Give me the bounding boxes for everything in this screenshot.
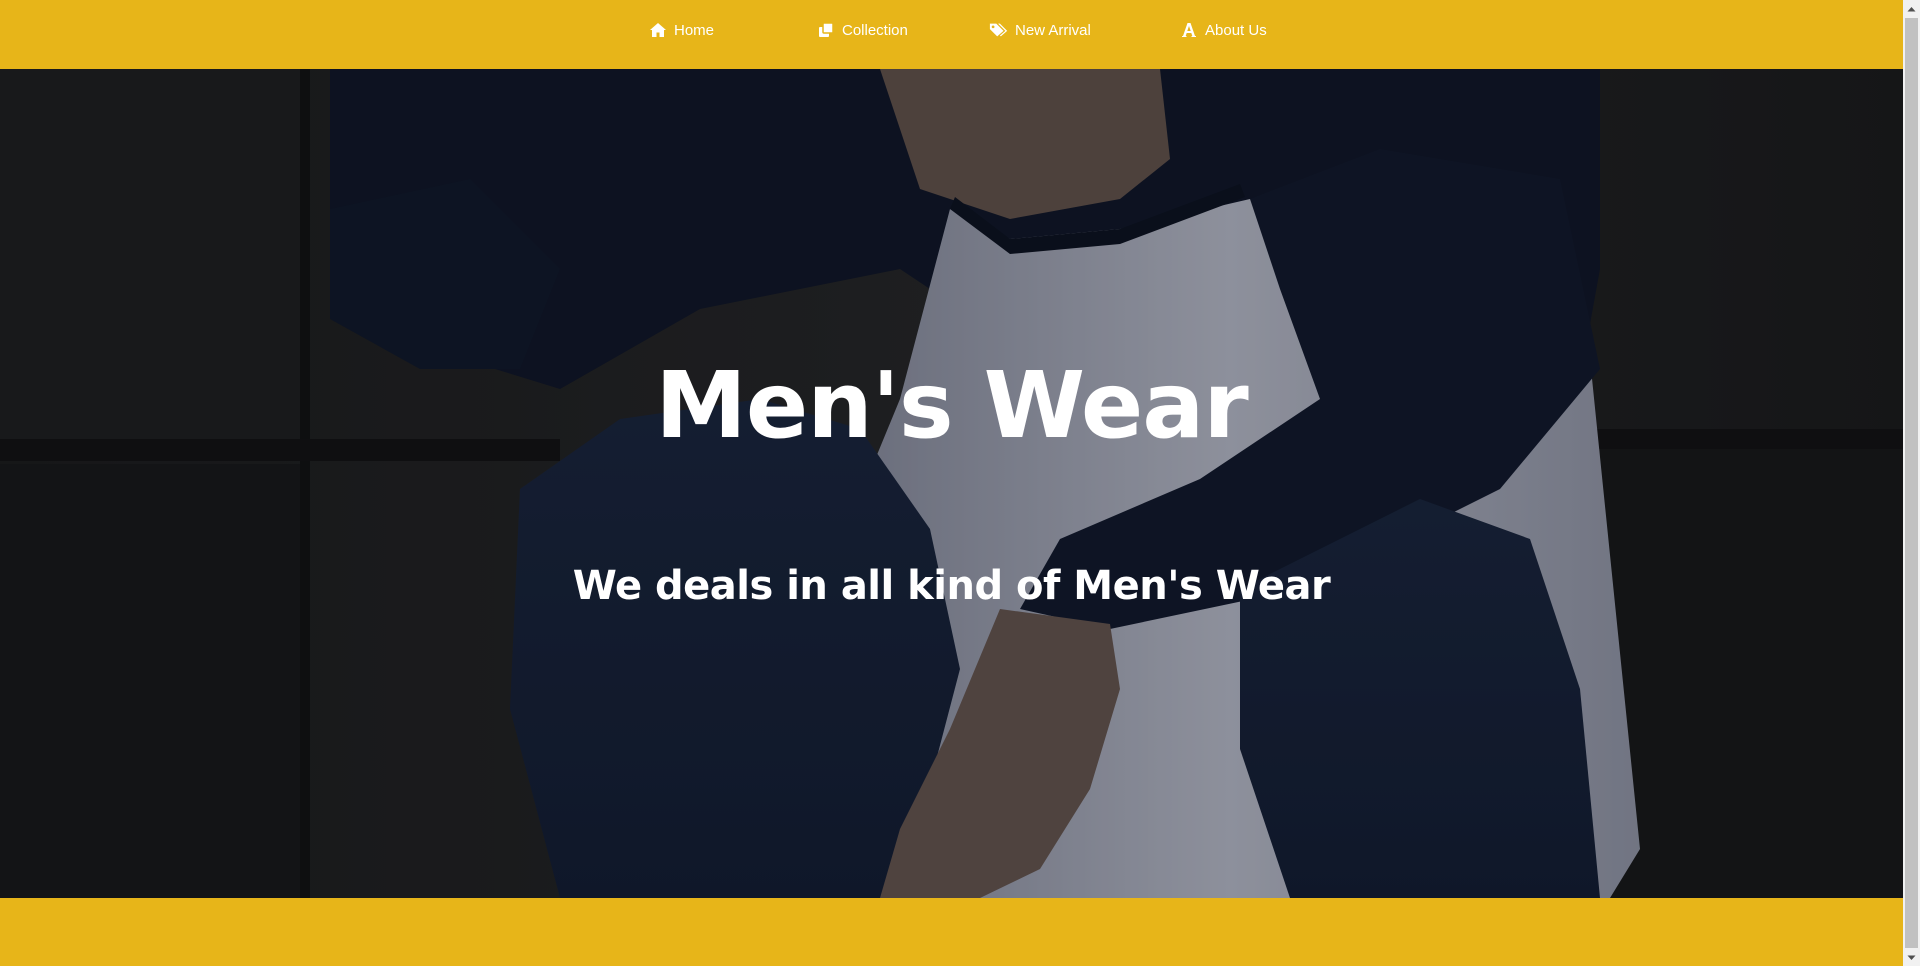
- nav-collection-link[interactable]: Collection: [816, 19, 908, 41]
- font-icon: [1179, 21, 1199, 39]
- footer-bar: [0, 898, 1903, 966]
- nav-new-arrival-link[interactable]: New Arrival: [989, 19, 1091, 41]
- nav-home-label: Home: [674, 21, 715, 39]
- home-icon: [648, 21, 668, 39]
- hero-subtitle: We deals in all kind of Men's Wear: [572, 563, 1331, 609]
- hero-title: Men's Wear: [655, 352, 1248, 459]
- vertical-scrollbar[interactable]: [1903, 0, 1920, 966]
- hero-dark-overlay: [0, 69, 1903, 898]
- nav-about-label: About Us: [1205, 21, 1267, 39]
- nav-about-link[interactable]: About Us: [1179, 19, 1267, 41]
- scrollbar-thumb[interactable]: [1905, 18, 1918, 948]
- scroll-up-arrow-icon[interactable]: [1903, 0, 1920, 17]
- hero-section: Men's Wear We deals in all kind of Men's…: [0, 69, 1903, 898]
- top-navbar: Home Collection New Arrival About Us: [0, 0, 1903, 69]
- page: Home Collection New Arrival About Us Men…: [0, 0, 1903, 966]
- scroll-down-arrow-icon[interactable]: [1903, 949, 1920, 966]
- clone-icon: [816, 21, 836, 39]
- nav-new-arrival-label: New Arrival: [1015, 21, 1091, 39]
- nav-collection-label: Collection: [842, 21, 908, 39]
- nav-home-link[interactable]: Home: [648, 19, 714, 41]
- tags-icon: [989, 21, 1009, 39]
